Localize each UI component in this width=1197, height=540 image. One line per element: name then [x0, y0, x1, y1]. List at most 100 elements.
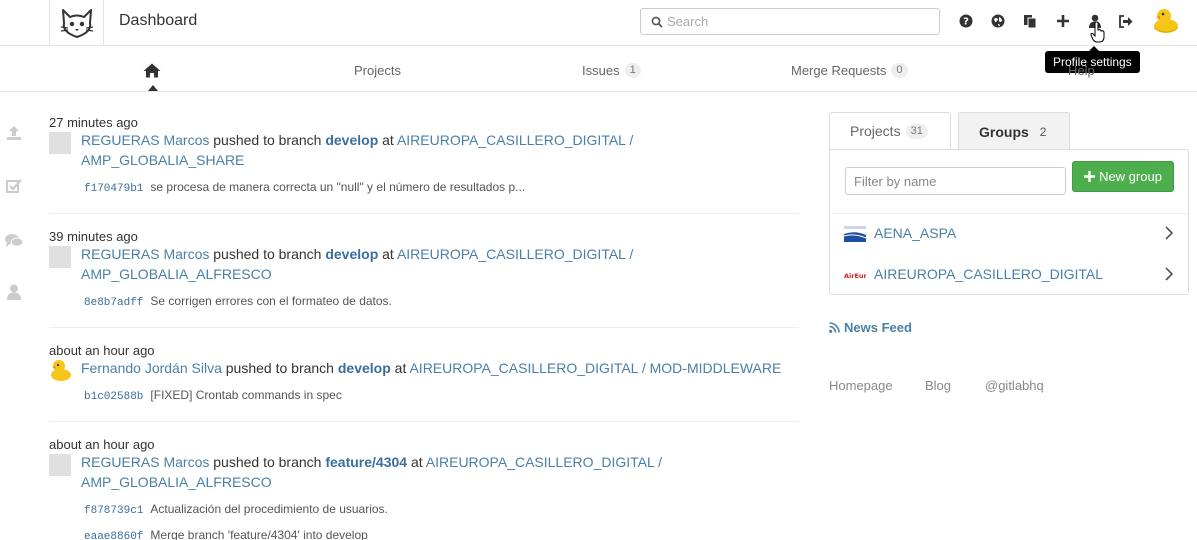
- active-nav-indicator: [148, 85, 158, 91]
- event-item: 27 minutes ago REGUERAS Marcos pushed to…: [49, 115, 799, 205]
- author-link[interactable]: REGUERAS Marcos: [81, 246, 209, 262]
- tab-projects-label: Projects: [850, 123, 901, 139]
- project-link-continued[interactable]: AMP_GLOBALIA_SHARE: [81, 152, 244, 168]
- nav-help[interactable]: Help: [1068, 63, 1095, 78]
- nav-home[interactable]: [143, 63, 161, 81]
- commit-row: f878739c1 Actualización del procedimiento…: [84, 502, 388, 517]
- hand-cursor-icon: [1089, 20, 1107, 44]
- gitlab-logo[interactable]: [49, 0, 104, 45]
- author-link[interactable]: REGUERAS Marcos: [81, 454, 209, 470]
- event-time: about an hour ago: [49, 437, 155, 452]
- author-link[interactable]: Fernando Jordán Silva: [81, 360, 222, 376]
- issues-count-badge: 1: [624, 63, 641, 78]
- author-avatar[interactable]: [49, 454, 71, 476]
- top-header: Dashboard ?: [0, 0, 1197, 46]
- project-link[interactable]: AIREUROPA_CASILLERO_DIGITAL /: [397, 246, 633, 262]
- footer-twitter-link[interactable]: @gitlabhq: [985, 378, 1044, 393]
- push-events-filter-icon[interactable]: [5, 124, 23, 142]
- page-title: Dashboard: [119, 12, 198, 29]
- filter-by-name-input[interactable]: [845, 167, 1066, 195]
- groups-count: 2: [1039, 124, 1047, 139]
- search-box[interactable]: [640, 8, 940, 35]
- project-link[interactable]: AIREUROPA_CASILLERO_DIGITAL /: [397, 132, 633, 148]
- event-title: Fernando Jordán Silva pushed to branch d…: [81, 358, 781, 378]
- main-nav: Projects Issues 1 Merge Requests 0 Help: [0, 46, 1197, 92]
- groups-panel: New group AENA_ASPA AirEuropa AIREUROPA_…: [829, 149, 1189, 295]
- event-action: pushed to branch: [213, 454, 322, 470]
- project-link-continued[interactable]: AMP_GLOBALIA_ALFRESCO: [81, 474, 272, 490]
- commit-message: se procesa de manera correcta un "null" …: [150, 180, 526, 194]
- duck-avatar-icon: [51, 360, 71, 381]
- event-time: 39 minutes ago: [49, 229, 138, 244]
- merge-events-filter-icon[interactable]: [5, 177, 23, 195]
- project-link[interactable]: AIREUROPA_CASILLERO_DIGITAL / MOD-MIDDLE…: [409, 360, 781, 376]
- event-title: REGUERAS Marcos pushed to branch develop…: [81, 244, 633, 284]
- event-action: pushed to branch: [213, 246, 322, 262]
- cat-logo-icon: [60, 8, 93, 38]
- branch-link[interactable]: feature/4304: [325, 454, 407, 470]
- group-item-aireuropa[interactable]: AirEuropa AIREUROPA_CASILLERO_DIGITAL: [830, 255, 1188, 295]
- commit-row: b1c02588b [FIXED] Crontab commands in spe…: [84, 388, 342, 403]
- group-name: AENA_ASPA: [874, 225, 957, 241]
- commit-message: [FIXED] Crontab commands in spec: [150, 388, 342, 402]
- commit-sha[interactable]: 8e8b7adff: [84, 297, 143, 309]
- nav-help-label: Help: [1068, 63, 1095, 78]
- event-action: pushed to branch: [225, 360, 334, 376]
- event-action: pushed to branch: [213, 132, 322, 148]
- footer-blog-link[interactable]: Blog: [925, 378, 951, 393]
- branch-link[interactable]: develop: [325, 132, 378, 148]
- commit-sha[interactable]: f878739c1: [84, 505, 143, 517]
- nav-merge-requests[interactable]: Merge Requests 0: [791, 63, 908, 78]
- comments-filter-icon[interactable]: [5, 231, 23, 249]
- rss-icon: [829, 322, 840, 333]
- search-input[interactable]: [667, 14, 927, 29]
- author-avatar[interactable]: [49, 358, 73, 382]
- project-link-continued[interactable]: AMP_GLOBALIA_ALFRESCO: [81, 266, 272, 282]
- user-avatar[interactable]: [1152, 6, 1180, 34]
- nav-projects-label: Projects: [354, 63, 401, 78]
- logout-icon[interactable]: [1117, 12, 1135, 30]
- commit-message: Merge branch 'feature/4304' into develop: [150, 528, 368, 540]
- tab-projects[interactable]: Projects 31: [829, 112, 951, 149]
- commit-row: 8e8b7adff Se corrigen errores con el form…: [84, 294, 392, 309]
- author-avatar[interactable]: [49, 132, 71, 154]
- team-filter-icon[interactable]: [5, 283, 23, 301]
- event-title: REGUERAS Marcos pushed to branch develop…: [81, 130, 633, 170]
- svg-text:?: ?: [963, 17, 969, 28]
- footer-homepage-link[interactable]: Homepage: [829, 378, 893, 393]
- author-link[interactable]: REGUERAS Marcos: [81, 132, 209, 148]
- commit-message: Se corrigen errores con el formateo de d…: [150, 294, 392, 308]
- new-group-label: New group: [1099, 169, 1162, 184]
- svg-text:AirEuropa: AirEuropa: [844, 272, 866, 280]
- snippets-icon[interactable]: [1021, 12, 1039, 30]
- event-divider: [49, 327, 799, 328]
- news-feed-link[interactable]: News Feed: [829, 320, 912, 335]
- nav-issues[interactable]: Issues 1: [582, 63, 641, 78]
- help-icon[interactable]: ?: [957, 12, 975, 30]
- chevron-right-icon: [1165, 267, 1174, 281]
- event-at: at: [382, 246, 394, 262]
- event-divider: [49, 213, 799, 214]
- event-at: at: [382, 132, 394, 148]
- event-item: about an hour ago Fernando Jordán Silva …: [49, 343, 799, 413]
- commit-sha[interactable]: b1c02588b: [84, 391, 143, 403]
- aena-logo-icon: [844, 226, 866, 242]
- new-group-button[interactable]: New group: [1072, 161, 1174, 192]
- event-time: 27 minutes ago: [49, 115, 138, 130]
- branch-link[interactable]: develop: [338, 360, 391, 376]
- nav-projects[interactable]: Projects: [354, 63, 401, 78]
- commit-sha[interactable]: eaae8860f: [84, 531, 143, 540]
- nav-merge-requests-label: Merge Requests: [791, 63, 887, 78]
- nav-issues-label: Issues: [582, 63, 620, 78]
- tab-groups-label: Groups: [979, 123, 1029, 140]
- commit-row: f170479b1 se procesa de manera correcta u…: [84, 180, 525, 195]
- branch-link[interactable]: develop: [325, 246, 378, 262]
- author-avatar[interactable]: [49, 246, 71, 268]
- commit-row: eaae8860f Merge branch 'feature/4304' int…: [84, 528, 368, 540]
- tab-groups[interactable]: Groups 2: [958, 112, 1070, 150]
- commit-sha[interactable]: f170479b1: [84, 183, 143, 195]
- plus-icon[interactable]: [1054, 12, 1072, 30]
- globe-icon[interactable]: [989, 12, 1007, 30]
- project-link[interactable]: AIREUROPA_CASILLERO_DIGITAL /: [426, 454, 662, 470]
- group-item-aena-aspa[interactable]: AENA_ASPA: [830, 214, 1188, 254]
